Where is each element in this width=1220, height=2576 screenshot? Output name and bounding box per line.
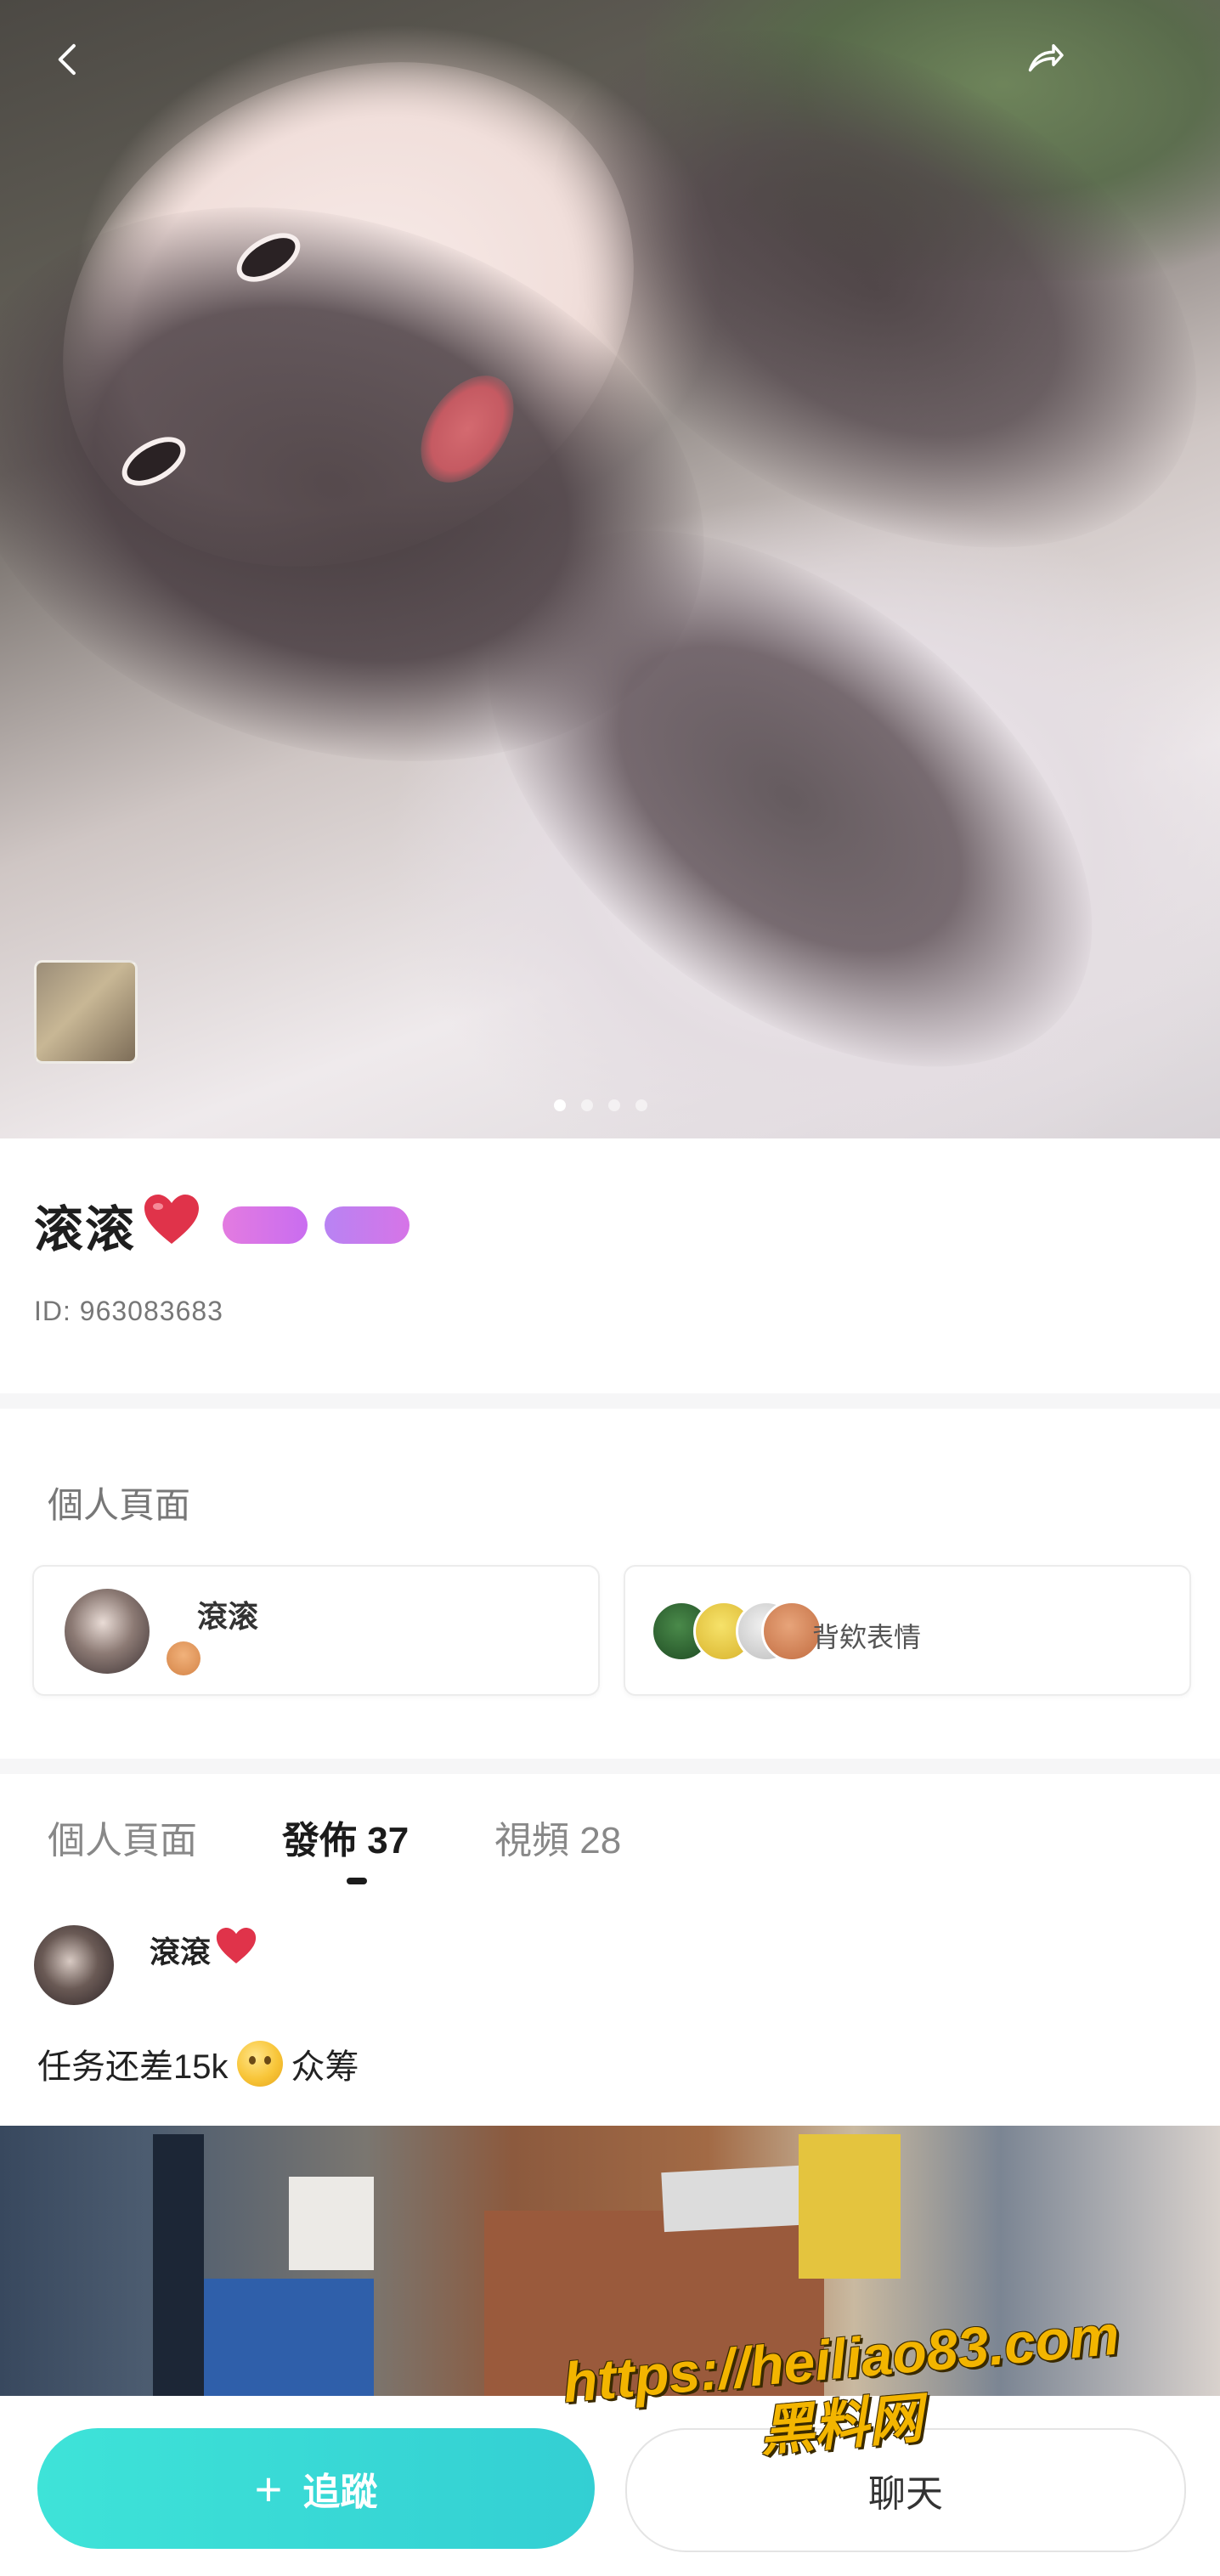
photo-thumbnail[interactable]	[34, 960, 138, 1064]
heart-icon	[214, 1925, 258, 1974]
post-author-text: 滾滾	[150, 1934, 212, 1969]
tab-posts[interactable]: 發佈 37	[282, 1810, 409, 1864]
post-text: 任务还差15k 众筹	[37, 2039, 359, 2088]
section-divider	[0, 1759, 1220, 1774]
photo-detail	[204, 2279, 374, 2398]
photo-detail	[289, 2177, 374, 2270]
carousel-dot	[635, 1099, 647, 1111]
carousel-dot	[581, 1099, 593, 1111]
avatar	[65, 1589, 150, 1674]
share-icon	[1028, 44, 1064, 72]
section-title: 個人頁面	[48, 1485, 191, 1525]
chevron-left-icon	[58, 43, 76, 76]
post-text-tail: 众筹	[291, 2048, 359, 2086]
photo-detail	[799, 2134, 901, 2279]
tab-videos[interactable]: 視頻 28	[494, 1810, 621, 1864]
linked-profile-card[interactable]: 滾滚	[32, 1565, 600, 1696]
watermark: https://heiliao83.com 黑料网	[476, 2303, 1206, 2462]
share-button[interactable]	[1011, 25, 1079, 93]
heart-icon	[141, 1191, 202, 1259]
post-text-main: 任务还差15k	[37, 2048, 229, 2086]
gift-icon	[167, 1641, 201, 1675]
vip-badge	[325, 1206, 409, 1244]
tab-profile[interactable]: 個人頁面	[48, 1810, 197, 1864]
profile-name: 滚滚	[34, 1189, 202, 1261]
plus-icon: +	[254, 2461, 283, 2516]
carousel-dot	[608, 1099, 620, 1111]
user-id: ID: 963083683	[34, 1296, 223, 1326]
smile-emoji-icon	[236, 2041, 283, 2087]
carousel-indicator	[554, 1099, 647, 1111]
carousel-dot	[554, 1099, 566, 1111]
post-avatar[interactable]	[34, 1925, 114, 2005]
level-badge	[223, 1206, 308, 1244]
post-author[interactable]: 滾滾	[150, 1925, 258, 1974]
sticker-label: 背欸表情	[812, 1622, 922, 1652]
active-tab-indicator	[347, 1878, 367, 1884]
profile-name-text: 滚滚	[34, 1202, 137, 1257]
photo-detail	[153, 2134, 204, 2406]
section-divider	[0, 1393, 1220, 1409]
profile-photo-carousel[interactable]	[0, 0, 1220, 1138]
follow-label: 追蹤	[302, 2471, 378, 2513]
card-name: 滾滚	[197, 1599, 259, 1634]
chat-label: 聊天	[868, 2473, 943, 2515]
back-button[interactable]	[34, 25, 102, 93]
sticker-card[interactable]: 背欸表情	[624, 1565, 1191, 1696]
